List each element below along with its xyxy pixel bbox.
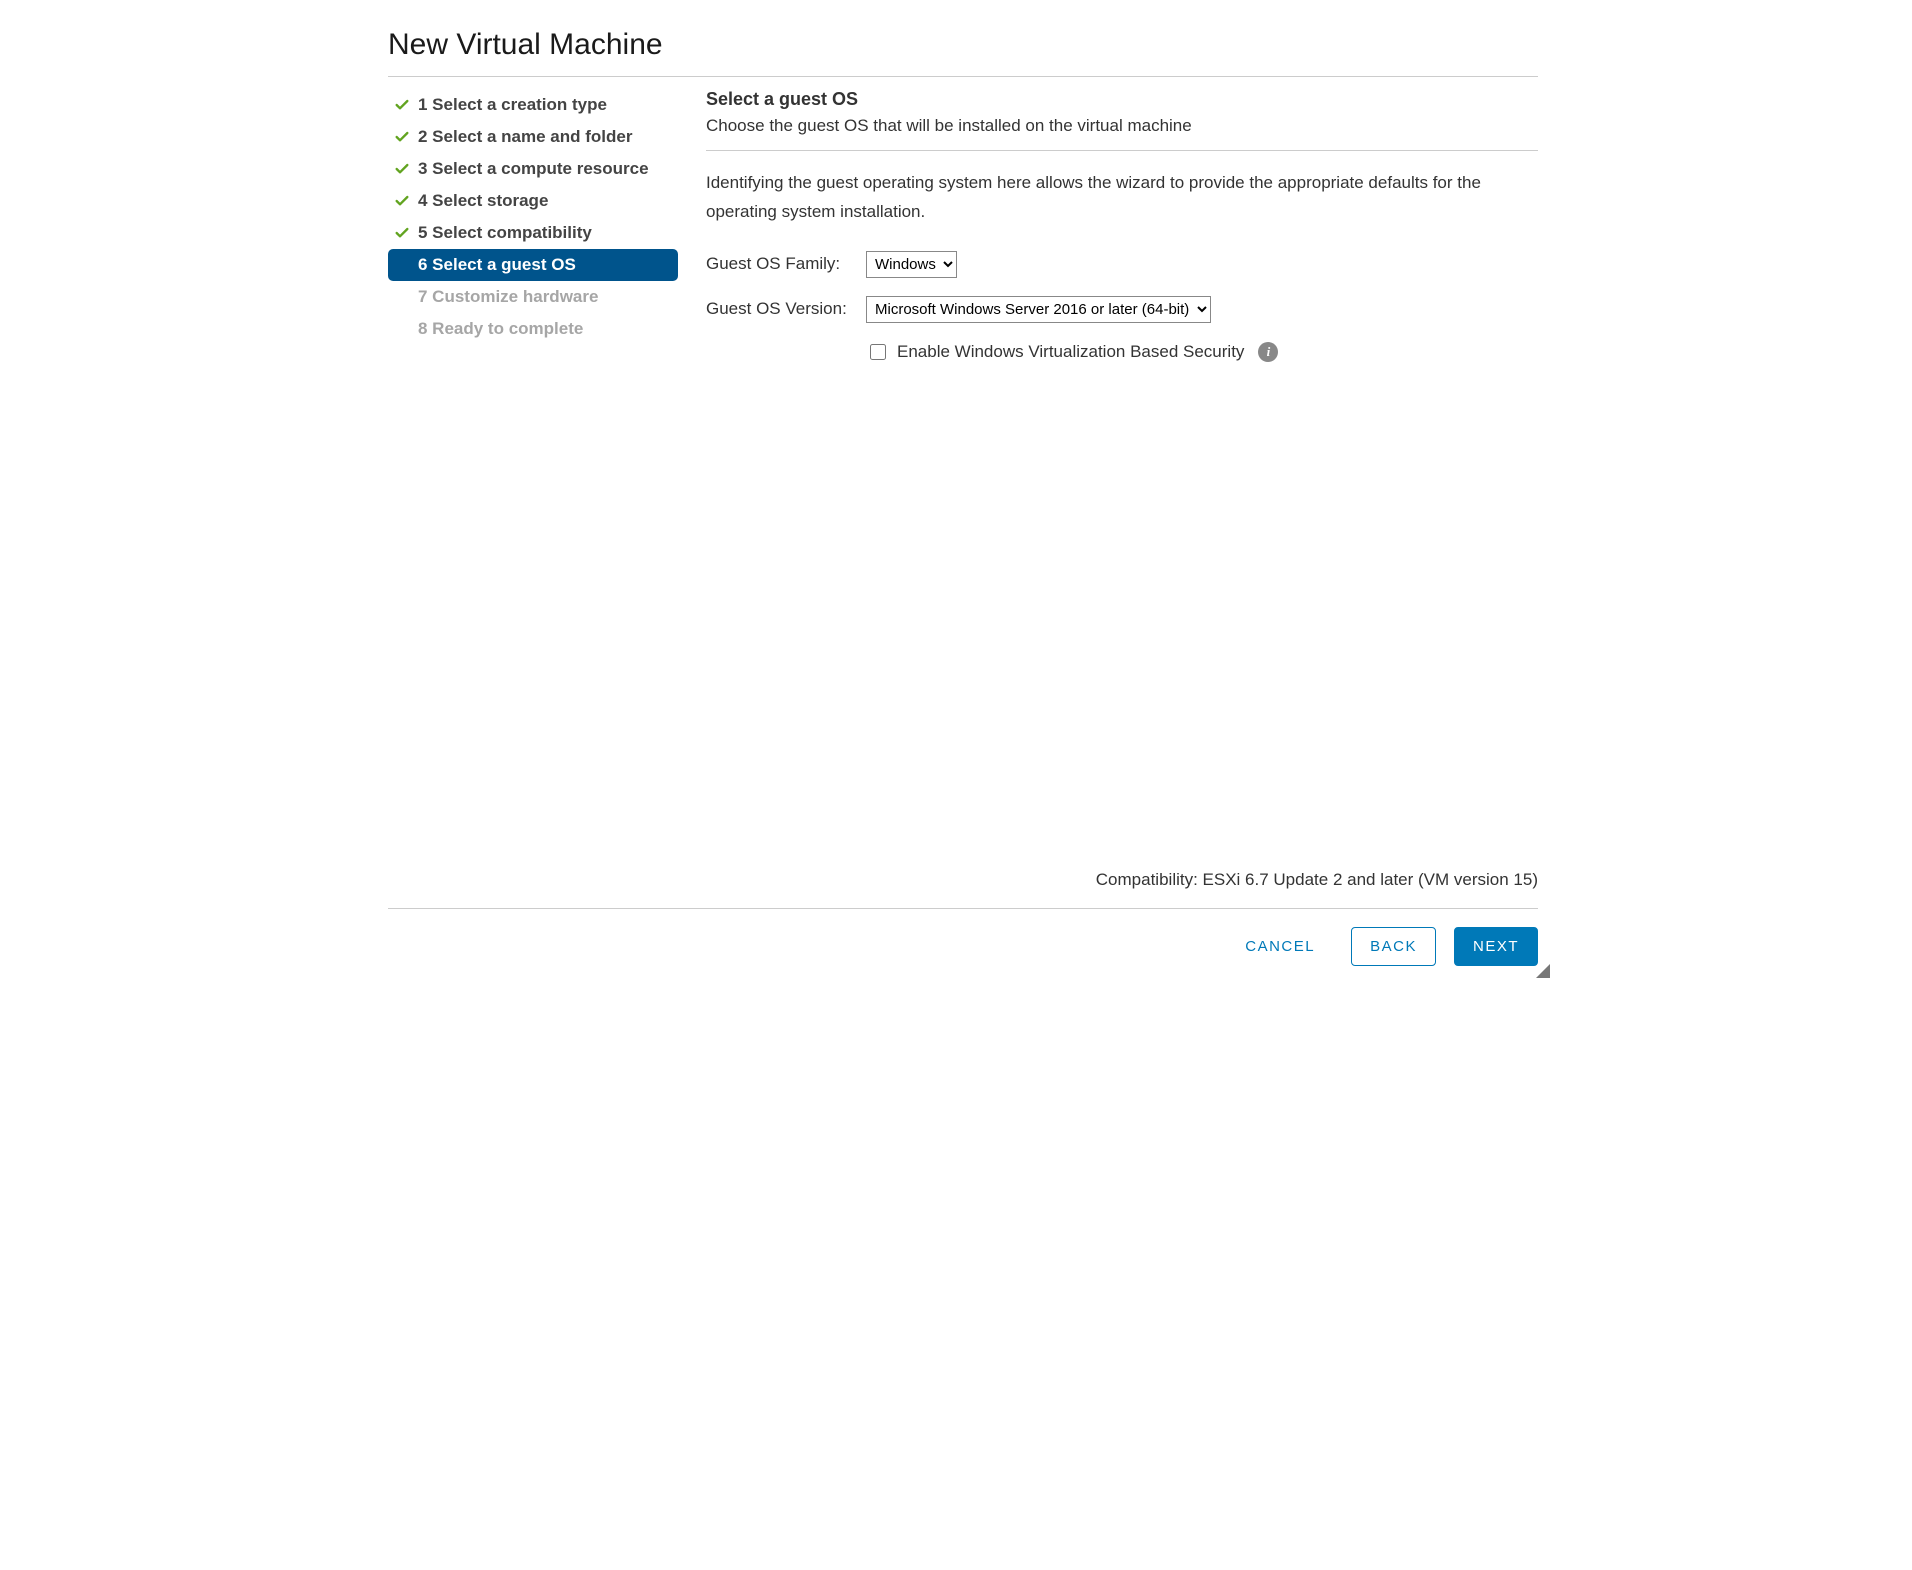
wizard-step-6[interactable]: 6 Select a guest OS xyxy=(388,249,678,281)
wizard-step-label: 3 Select a compute resource xyxy=(418,159,649,179)
wizard-step-1[interactable]: 1 Select a creation type xyxy=(388,89,678,121)
guest-os-family-row: Guest OS Family: Windows xyxy=(706,251,1538,278)
check-icon xyxy=(392,161,412,177)
check-icon xyxy=(392,321,412,337)
vbs-checkbox[interactable] xyxy=(870,344,886,360)
wizard-step-8: 8 Ready to complete xyxy=(388,313,678,345)
guest-os-version-row: Guest OS Version: Microsoft Windows Serv… xyxy=(706,296,1538,323)
new-vm-wizard-dialog: New Virtual Machine 1 Select a creation … xyxy=(360,0,1552,980)
dialog-footer: CANCEL BACK NEXT xyxy=(388,908,1538,966)
wizard-step-label: 4 Select storage xyxy=(418,191,548,211)
guest-os-family-label: Guest OS Family: xyxy=(706,254,866,274)
wizard-step-label: 8 Ready to complete xyxy=(418,319,583,339)
wizard-step-label: 6 Select a guest OS xyxy=(418,255,576,275)
wizard-step-3[interactable]: 3 Select a compute resource xyxy=(388,153,678,185)
info-icon[interactable]: i xyxy=(1258,342,1278,362)
check-icon xyxy=(392,193,412,209)
content-title: Select a guest OS xyxy=(706,89,1538,110)
content-spacer xyxy=(706,363,1538,870)
check-icon xyxy=(392,97,412,113)
check-icon xyxy=(392,289,412,305)
back-button[interactable]: BACK xyxy=(1351,927,1436,966)
dialog-title: New Virtual Machine xyxy=(388,28,1538,62)
resize-grip-icon[interactable] xyxy=(1536,964,1550,978)
wizard-step-label: 2 Select a name and folder xyxy=(418,127,632,147)
wizard-step-label: 1 Select a creation type xyxy=(418,95,607,115)
cancel-button[interactable]: CANCEL xyxy=(1227,928,1333,965)
wizard-step-4[interactable]: 4 Select storage xyxy=(388,185,678,217)
wizard-steps-sidebar: 1 Select a creation type 2 Select a name … xyxy=(388,89,688,894)
content-divider xyxy=(706,150,1538,151)
check-icon xyxy=(392,257,412,273)
vbs-checkbox-row: Enable Windows Virtualization Based Secu… xyxy=(866,341,1538,363)
check-icon xyxy=(392,129,412,145)
guest-os-version-label: Guest OS Version: xyxy=(706,299,866,319)
wizard-step-7: 7 Customize hardware xyxy=(388,281,678,313)
wizard-step-label: 7 Customize hardware xyxy=(418,287,598,307)
wizard-step-5[interactable]: 5 Select compatibility xyxy=(388,217,678,249)
wizard-content-panel: Select a guest OS Choose the guest OS th… xyxy=(688,89,1538,894)
content-subtitle: Choose the guest OS that will be install… xyxy=(706,116,1538,136)
guest-os-version-select[interactable]: Microsoft Windows Server 2016 or later (… xyxy=(866,296,1211,323)
wizard-step-label: 5 Select compatibility xyxy=(418,223,592,243)
wizard-step-2[interactable]: 2 Select a name and folder xyxy=(388,121,678,153)
content-description: Identifying the guest operating system h… xyxy=(706,169,1538,227)
guest-os-family-select[interactable]: Windows xyxy=(866,251,957,278)
next-button[interactable]: NEXT xyxy=(1454,927,1538,966)
compatibility-text: Compatibility: ESXi 6.7 Update 2 and lat… xyxy=(706,870,1538,890)
title-divider xyxy=(388,76,1538,77)
check-icon xyxy=(392,225,412,241)
vbs-checkbox-label: Enable Windows Virtualization Based Secu… xyxy=(897,342,1244,362)
dialog-body: 1 Select a creation type 2 Select a name … xyxy=(388,89,1538,894)
